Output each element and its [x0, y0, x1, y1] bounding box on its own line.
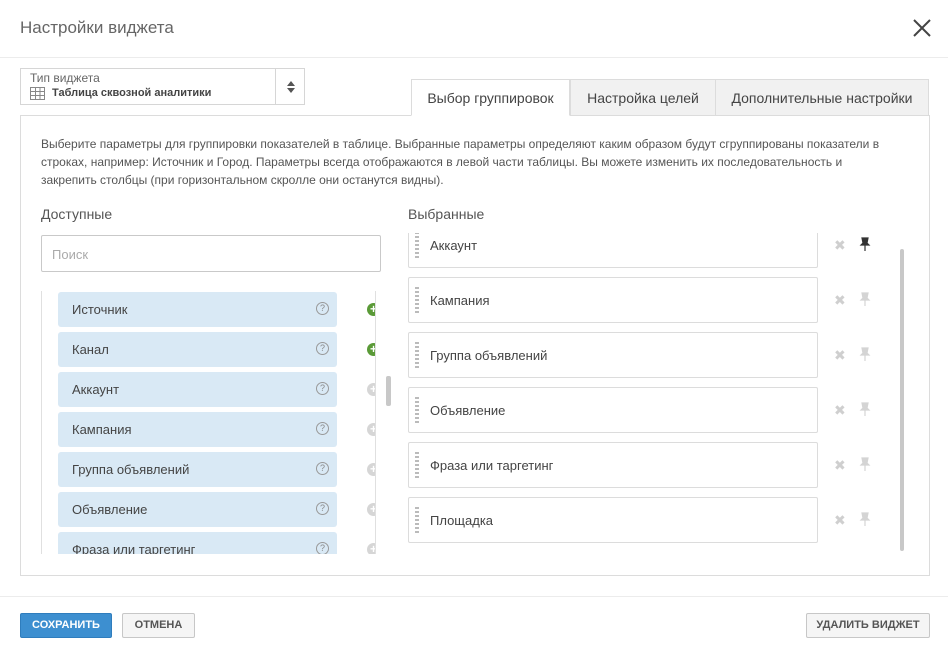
selected-item-label: Кампания	[430, 293, 490, 308]
remove-icon[interactable]: ✖	[834, 457, 846, 474]
add-icon: +	[367, 423, 375, 436]
remove-icon[interactable]: ✖	[834, 237, 846, 254]
available-item[interactable]: Канал ? +	[58, 332, 375, 367]
available-item-label: Аккаунт	[72, 382, 120, 397]
tab-goals[interactable]: Настройка целей	[570, 79, 716, 116]
selected-list[interactable]: Аккаунт ✖ Кампания ✖ Группа объявлений ✖…	[408, 233, 878, 553]
selected-item-label: Фраза или таргетинг	[430, 458, 554, 473]
available-item[interactable]: Группа объявлений ? +	[58, 452, 375, 487]
pin-icon[interactable]	[857, 346, 873, 362]
available-item[interactable]: Объявление ? +	[58, 492, 375, 527]
drag-handle-icon[interactable]	[415, 233, 419, 258]
dialog-footer: СОХРАНИТЬ ОТМЕНА УДАЛИТЬ ВИДЖЕТ	[0, 596, 948, 653]
drag-handle-icon[interactable]	[415, 287, 419, 313]
widget-settings-dialog: Настройки виджета Тип виджета Таблица ск…	[0, 0, 948, 653]
pin-icon[interactable]	[857, 291, 873, 307]
cancel-button[interactable]: ОТМЕНА	[122, 613, 195, 638]
available-item-label: Фраза или таргетинг	[72, 542, 196, 554]
widget-type-value: Таблица сквозной аналитики	[52, 87, 212, 99]
help-icon[interactable]: ?	[316, 302, 329, 315]
select-arrows-icon[interactable]	[275, 69, 305, 104]
drag-handle-icon[interactable]	[415, 397, 419, 423]
available-scrollbar[interactable]	[386, 376, 391, 406]
search-placeholder: Поиск	[52, 247, 89, 262]
available-item-label: Группа объявлений	[72, 462, 190, 477]
pin-icon[interactable]	[857, 236, 873, 252]
help-icon[interactable]: ?	[316, 462, 329, 475]
tab-additional[interactable]: Дополнительные настройки	[715, 79, 929, 116]
selected-item-label: Объявление	[430, 403, 506, 418]
selected-item[interactable]: Фраза или таргетинг ✖	[408, 442, 871, 488]
available-title: Доступные	[41, 206, 113, 222]
dialog-header: Настройки виджета	[0, 0, 948, 58]
help-icon[interactable]: ?	[316, 382, 329, 395]
widget-type-select[interactable]: Тип виджета Таблица сквозной аналитики	[20, 68, 305, 105]
remove-icon[interactable]: ✖	[834, 402, 846, 419]
add-icon[interactable]: +	[367, 303, 375, 316]
available-item[interactable]: Источник ? +	[58, 292, 375, 327]
close-icon[interactable]	[911, 17, 933, 39]
dialog-title: Настройки виджета	[20, 18, 174, 37]
help-icon[interactable]: ?	[316, 342, 329, 355]
selected-item[interactable]: Площадка ✖	[408, 497, 871, 543]
table-icon	[30, 87, 45, 100]
selected-scrollbar[interactable]	[900, 249, 904, 551]
grouping-panel: Выберите параметры для группировки показ…	[20, 115, 930, 576]
available-item-label: Источник	[72, 302, 128, 317]
available-item[interactable]: Аккаунт ? +	[58, 372, 375, 407]
delete-widget-button[interactable]: УДАЛИТЬ ВИДЖЕТ	[806, 613, 930, 638]
selected-item-label: Аккаунт	[430, 238, 478, 253]
add-icon: +	[367, 503, 375, 516]
search-input[interactable]: Поиск	[41, 235, 381, 272]
selected-item-label: Площадка	[430, 513, 494, 528]
remove-icon[interactable]: ✖	[834, 347, 846, 364]
tab-grouping[interactable]: Выбор группировок	[411, 79, 570, 116]
pin-icon[interactable]	[857, 511, 873, 527]
remove-icon[interactable]: ✖	[834, 292, 846, 309]
help-icon[interactable]: ?	[316, 542, 329, 554]
help-icon[interactable]: ?	[316, 502, 329, 515]
available-item[interactable]: Кампания ? +	[58, 412, 375, 447]
available-item-label: Объявление	[72, 502, 148, 517]
selected-item-label: Группа объявлений	[430, 348, 548, 363]
available-item-label: Канал	[72, 342, 109, 357]
drag-handle-icon[interactable]	[415, 507, 419, 533]
add-icon[interactable]: +	[367, 343, 375, 356]
selected-item[interactable]: Кампания ✖	[408, 277, 871, 323]
pin-icon[interactable]	[857, 401, 873, 417]
drag-handle-icon[interactable]	[415, 342, 419, 368]
widget-type-label: Тип виджета	[30, 71, 100, 85]
available-list[interactable]: Источник ? + Канал ? + Аккаунт ? + Кампа…	[41, 291, 376, 554]
available-item[interactable]: Фраза или таргетинг ? +	[58, 532, 375, 554]
drag-handle-icon[interactable]	[415, 452, 419, 478]
pin-icon[interactable]	[857, 456, 873, 472]
available-item-label: Кампания	[72, 422, 132, 437]
description-text: Выберите параметры для группировки показ…	[41, 137, 880, 187]
remove-icon[interactable]: ✖	[834, 512, 846, 529]
add-icon: +	[367, 383, 375, 396]
save-button[interactable]: СОХРАНИТЬ	[20, 613, 112, 638]
add-icon: +	[367, 543, 375, 554]
selected-item[interactable]: Группа объявлений ✖	[408, 332, 871, 378]
selected-item[interactable]: Объявление ✖	[408, 387, 871, 433]
selected-item[interactable]: Аккаунт ✖	[408, 233, 871, 268]
help-icon[interactable]: ?	[316, 422, 329, 435]
selected-title: Выбранные	[408, 206, 485, 222]
add-icon: +	[367, 463, 375, 476]
